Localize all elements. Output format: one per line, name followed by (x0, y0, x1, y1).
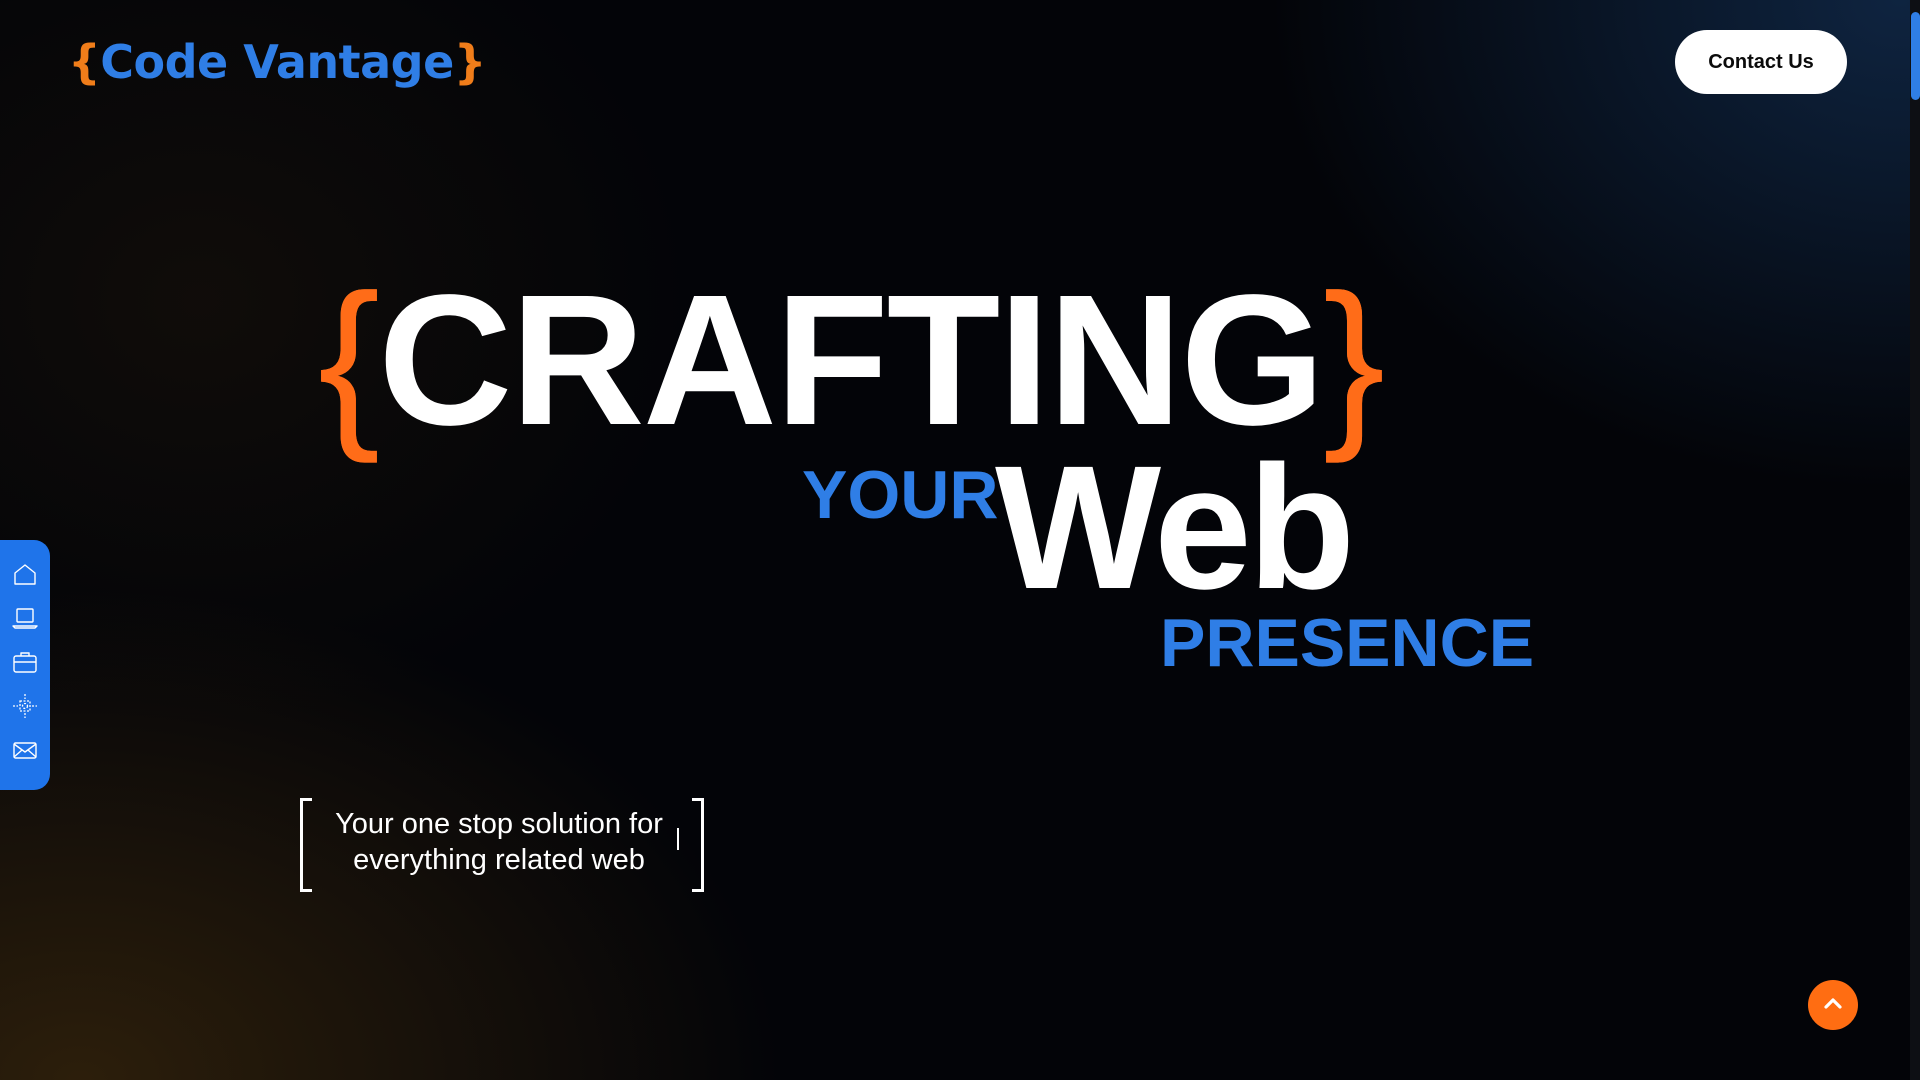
tagline: Your one stop solution for everything re… (318, 806, 680, 878)
scrollbar-track[interactable] (1910, 0, 1920, 1080)
laptop-icon[interactable] (11, 604, 39, 632)
tagline-line-2: everything related web (353, 844, 645, 876)
briefcase-icon[interactable] (11, 648, 39, 676)
logo[interactable]: {Code Vantage} (68, 30, 487, 94)
hero-web-text: Web (995, 430, 1355, 626)
home-icon[interactable] (11, 560, 39, 588)
side-nav (0, 540, 50, 790)
scroll-to-top-button[interactable] (1808, 980, 1858, 1030)
chevron-up-icon (1824, 998, 1842, 1009)
scrollbar-thumb[interactable] (1911, 12, 1920, 100)
logo-text: Code Vantage (100, 35, 454, 89)
hero-presence-text: PRESENCE (1160, 605, 1535, 681)
tagline-left-bracket (300, 798, 312, 892)
tagline-box: Your one stop solution for everything re… (300, 798, 704, 894)
logo-close-brace: } (453, 35, 487, 89)
hero-open-brace: { (318, 257, 380, 464)
hero-your-text: YOUR (802, 457, 999, 533)
tagline-line-1: Your one stop solution for (335, 808, 663, 840)
settings-grid-icon[interactable] (11, 692, 39, 720)
typing-caret (677, 828, 679, 850)
mail-icon[interactable] (11, 736, 39, 764)
hero-headline: {CRAFTING} (318, 268, 1385, 454)
tagline-right-bracket (692, 798, 704, 892)
logo-open-brace: { (68, 35, 101, 89)
contact-us-button[interactable]: Contact Us (1675, 30, 1847, 94)
page: {Code Vantage} Contact Us {CRAFTING} YOU… (0, 0, 1920, 1080)
